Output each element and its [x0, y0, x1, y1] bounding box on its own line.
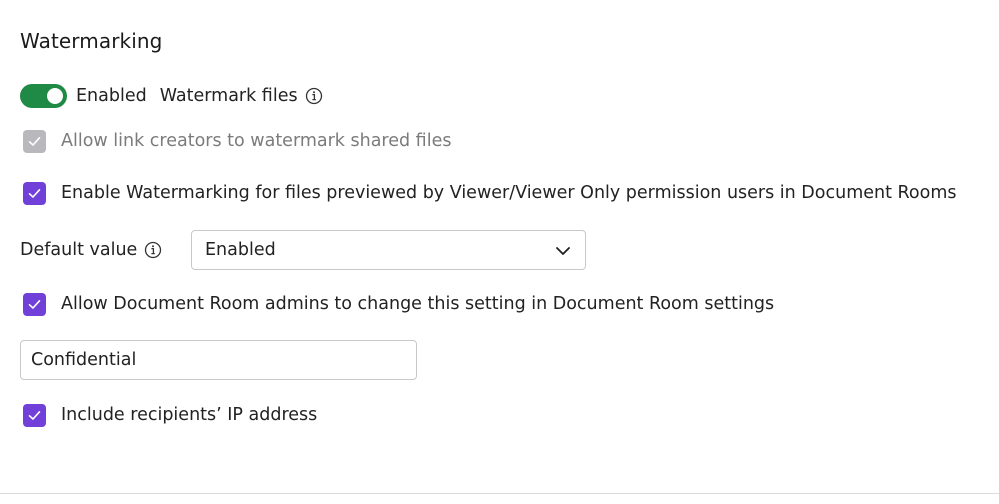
check-icon — [28, 188, 41, 198]
allow-admins-change-checkbox[interactable] — [23, 292, 46, 316]
allow-link-creators-row: Allow link creators to watermark shared … — [23, 129, 451, 153]
default-value-label: Default value — [20, 240, 138, 260]
watermark-files-row: Enabled Watermark files — [20, 83, 323, 109]
info-icon[interactable] — [144, 241, 162, 259]
allow-link-creators-label: Allow link creators to watermark shared … — [61, 131, 452, 151]
watermark-files-label: Watermark files — [159, 86, 298, 106]
include-ip-row: Include recipients’ IP address — [23, 403, 317, 427]
default-value-row: Default value — [20, 230, 162, 270]
allow-admins-change-row: Allow Document Room admins to change thi… — [23, 292, 774, 316]
include-ip-label: Include recipients’ IP address — [61, 405, 318, 425]
check-icon — [28, 136, 41, 146]
check-icon — [28, 299, 41, 309]
default-value-select[interactable]: Enabled — [191, 230, 586, 270]
enable-viewer-watermarking-checkbox[interactable] — [23, 181, 46, 205]
chevron-down-icon — [555, 243, 571, 263]
toggle-state-label: Enabled — [76, 86, 147, 106]
enable-viewer-watermarking-label: Enable Watermarking for files previewed … — [61, 183, 957, 203]
check-icon — [28, 410, 41, 420]
section-title: Watermarking — [20, 29, 163, 53]
divider — [0, 493, 999, 494]
watermark-text-input[interactable] — [20, 340, 417, 380]
allow-link-creators-checkbox[interactable] — [23, 129, 46, 153]
allow-admins-change-label: Allow Document Room admins to change thi… — [61, 294, 775, 314]
include-ip-checkbox[interactable] — [23, 403, 46, 427]
watermark-files-toggle[interactable] — [20, 84, 67, 108]
enable-viewer-watermarking-row: Enable Watermarking for files previewed … — [23, 181, 956, 205]
info-icon[interactable] — [305, 87, 323, 105]
default-value-selected: Enabled — [205, 240, 276, 260]
toggle-knob — [47, 88, 63, 104]
